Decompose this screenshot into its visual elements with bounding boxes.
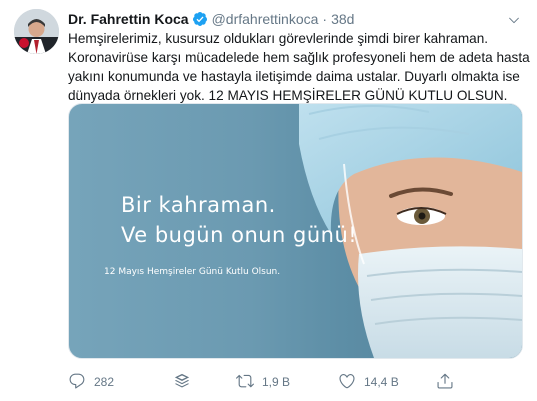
heart-icon (338, 372, 356, 393)
media-headline-line: Bir kahraman. (121, 193, 276, 217)
verified-badge-icon (192, 11, 208, 27)
avatar-image (14, 9, 59, 54)
chevron-down-icon[interactable] (505, 11, 523, 29)
tweet-header: Dr. Fahrettin Koca @drfahrettinkoca · 38… (68, 9, 523, 29)
avatar[interactable] (14, 9, 59, 54)
separator-dot: · (322, 11, 328, 27)
retweet-button[interactable]: 1,9 B (236, 372, 338, 393)
tweet-text-line: yakını konumunda ve hastayla iletişimde … (68, 69, 520, 84)
reply-button[interactable]: 282 (68, 372, 173, 393)
media-subtitle: 12 Mayıs Hemşireler Günü Kutlu Olsun. (104, 267, 281, 277)
share-icon (436, 372, 454, 393)
retweet-icon (236, 372, 254, 393)
reply-icon (68, 372, 86, 393)
tweet-timestamp[interactable]: 38d (331, 9, 354, 29)
like-count: 14,4 B (364, 375, 399, 389)
tweet-text-line: Koronavirüse karşı mücadelede hem sağlık… (68, 50, 530, 65)
author-handle[interactable]: @drfahrettinkoca (212, 9, 319, 29)
share-button[interactable] (436, 372, 466, 393)
tweet-media-image[interactable]: Bir kahraman. Ve bugün onun günü! 12 May… (68, 103, 523, 359)
like-button[interactable]: 14,4 B (338, 372, 436, 393)
tweet-actions: 282 1,9 B 14,4 B (68, 372, 468, 392)
media-headline: Bir kahraman. Ve bugün onun günü! (121, 190, 357, 250)
tweet-text-line: Hemşirelerimiz, kusursuz oldukları görev… (68, 31, 489, 46)
media-headline-line: Ve bugün onun günü! (121, 223, 358, 247)
author-name[interactable]: Dr. Fahrettin Koca (68, 9, 189, 29)
stack-button[interactable] (173, 372, 236, 393)
tweet-text: Hemşirelerimiz, kusursuz oldukları görev… (68, 29, 530, 105)
stack-icon (173, 372, 191, 393)
retweet-count: 1,9 B (262, 375, 291, 389)
reply-count: 282 (94, 375, 115, 389)
